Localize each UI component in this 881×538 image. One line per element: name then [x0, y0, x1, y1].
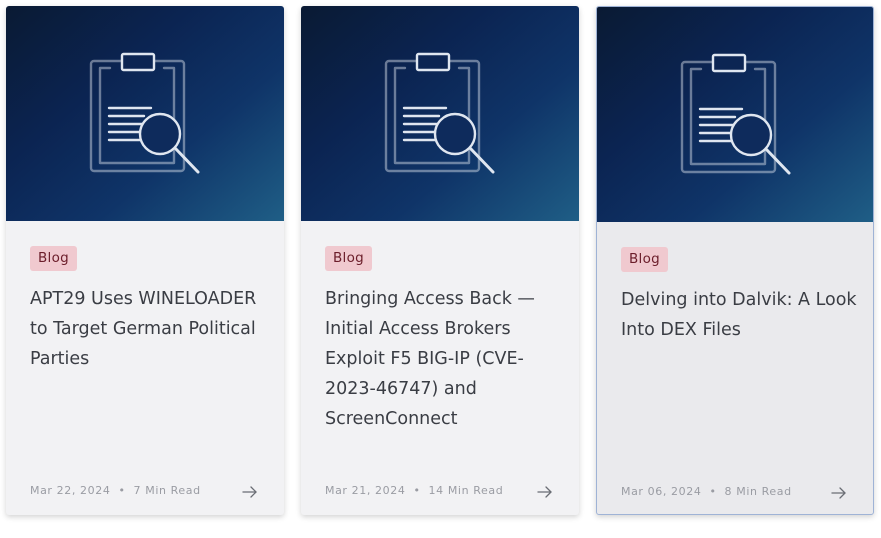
clipboard-search-icon	[89, 52, 200, 174]
arrow-right-icon[interactable]	[537, 486, 553, 498]
meta-separator: •	[413, 484, 421, 497]
meta-separator: •	[709, 485, 717, 498]
card-meta: Mar 06, 2024 • 8 Min Read	[621, 485, 792, 498]
card-hero-image	[6, 6, 284, 221]
category-badge[interactable]: Blog	[325, 246, 373, 271]
blog-card-2[interactable]: Blog Bringing Access Back — Initial Acce…	[301, 6, 579, 515]
read-time: 14 Min Read	[428, 484, 504, 497]
publish-date: Mar 06, 2024	[621, 485, 702, 498]
card-meta: Mar 21, 2024 • 14 Min Read	[325, 484, 503, 497]
read-time: 7 Min Read	[133, 484, 201, 497]
card-title[interactable]: APT29 Uses WINELOADER to Target German P…	[30, 284, 266, 374]
read-time: 8 Min Read	[724, 485, 792, 498]
meta-separator: •	[118, 484, 126, 497]
card-hero-image	[597, 7, 873, 222]
category-badge[interactable]: Blog	[621, 247, 669, 272]
card-title[interactable]: Delving into Dalvik: A Look Into DEX Fil…	[621, 285, 857, 345]
card-title[interactable]: Bringing Access Back — Initial Access Br…	[325, 284, 561, 434]
blog-card-3[interactable]: Blog Delving into Dalvik: A Look Into DE…	[596, 6, 874, 515]
arrow-right-icon[interactable]	[242, 486, 258, 498]
publish-date: Mar 22, 2024	[30, 484, 111, 497]
card-meta: Mar 22, 2024 • 7 Min Read	[30, 484, 201, 497]
card-hero-image	[301, 6, 579, 221]
arrow-right-icon[interactable]	[831, 487, 847, 499]
clipboard-search-icon	[384, 52, 495, 174]
clipboard-search-icon	[680, 53, 791, 175]
blog-card-1[interactable]: Blog APT29 Uses WINELOADER to Target Ger…	[6, 6, 284, 515]
category-badge[interactable]: Blog	[30, 246, 78, 271]
publish-date: Mar 21, 2024	[325, 484, 406, 497]
